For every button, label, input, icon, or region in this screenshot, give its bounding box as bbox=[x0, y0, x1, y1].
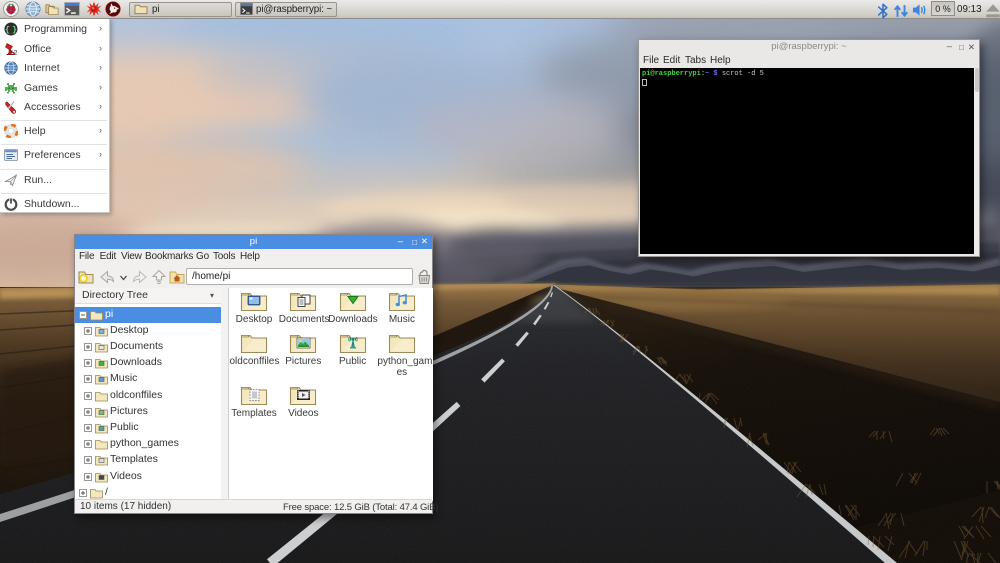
svg-text:2: 2 bbox=[14, 50, 18, 56]
svg-text:{ }: { } bbox=[5, 25, 17, 35]
